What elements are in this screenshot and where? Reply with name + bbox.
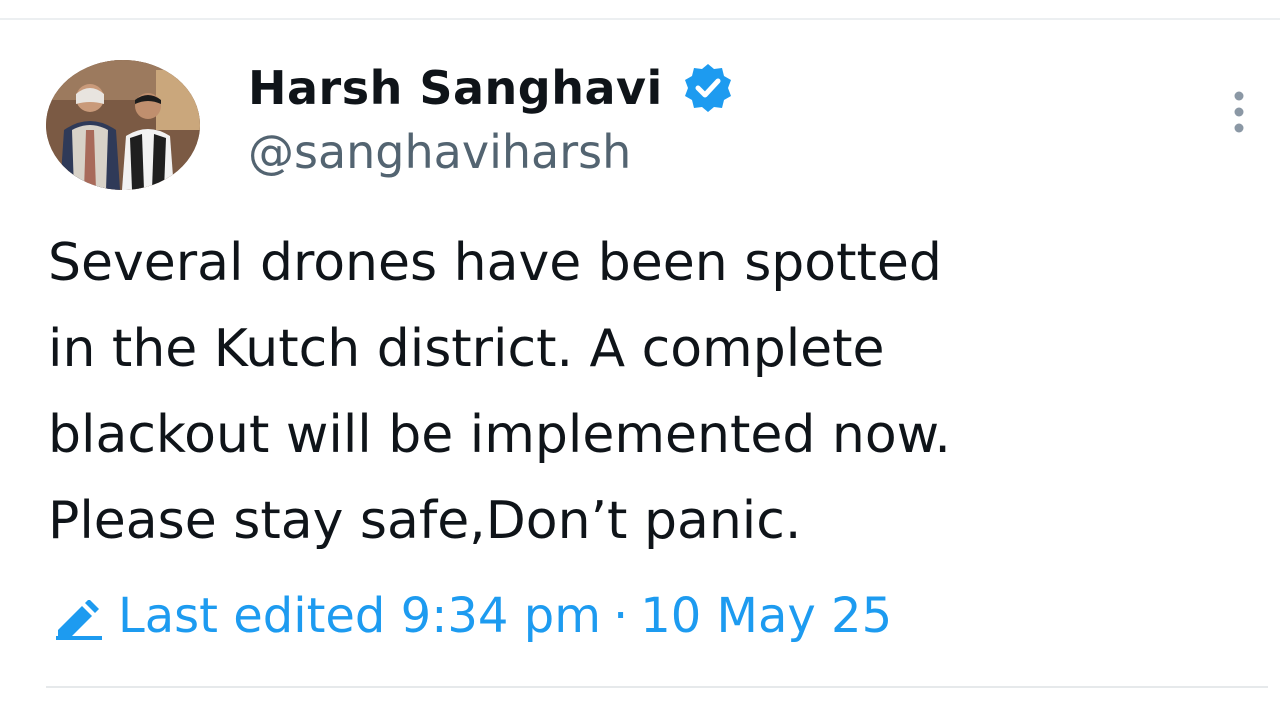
edited-label: Last edited [118, 588, 386, 644]
bottom-divider [46, 686, 1268, 688]
edited-separator: · [612, 588, 629, 644]
pencil-edit-icon [52, 596, 106, 640]
verified-badge-icon [681, 61, 735, 115]
author-display-name[interactable]: Harsh Sanghavi [248, 61, 663, 115]
more-options-icon [1234, 91, 1244, 133]
top-divider [0, 18, 1280, 20]
avatar[interactable] [46, 60, 200, 190]
author-name-row: Harsh Sanghavi [248, 58, 735, 118]
tweet-screenshot: Harsh Sanghavi @sanghaviharsh Several dr… [0, 0, 1280, 720]
avatar-photo [46, 60, 200, 190]
author-handle[interactable]: @sanghaviharsh [248, 125, 631, 179]
tweet-text: Several drones have been spotted in the … [48, 233, 951, 551]
edit-history-link[interactable]: Last edited 9:34 pm · 10 May 25 [52, 584, 892, 648]
edited-time: 9:34 pm [400, 588, 601, 644]
edited-date: 10 May 25 [640, 588, 893, 644]
more-options-button[interactable] [1226, 88, 1252, 138]
